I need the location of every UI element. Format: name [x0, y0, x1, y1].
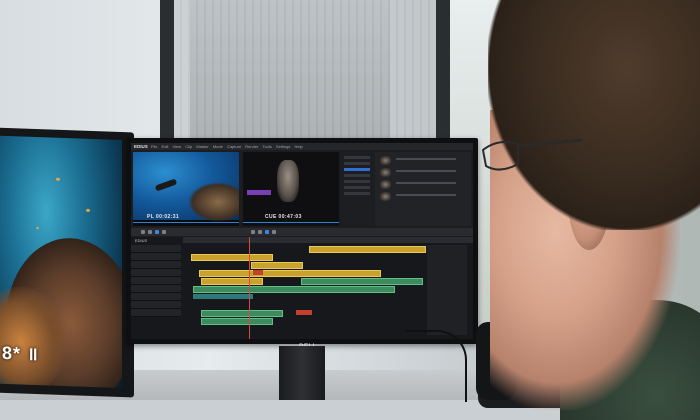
fish	[36, 227, 39, 230]
track-header[interactable]	[131, 293, 181, 301]
title-badge	[247, 190, 271, 195]
rewind-icon[interactable]	[251, 230, 255, 234]
transport-bar	[131, 228, 473, 236]
clip-info	[396, 158, 456, 160]
fish	[56, 177, 60, 181]
timeline-clip[interactable]	[201, 318, 273, 325]
window-frame	[160, 0, 174, 140]
left-monitor-overlay-text: 8* ॥	[2, 342, 39, 365]
clip-info	[396, 182, 456, 184]
clip-info	[396, 194, 456, 196]
timeline-clip[interactable]	[193, 286, 395, 293]
left-monitor: 8* ॥	[0, 127, 134, 398]
stop-icon[interactable]	[258, 230, 262, 234]
timeline-clip[interactable]	[201, 278, 263, 285]
eyeglasses	[481, 138, 583, 171]
clip-info	[396, 170, 456, 172]
clip-thumbnail[interactable]	[380, 180, 391, 189]
record-timecode: CUE 00:47:03	[265, 214, 302, 220]
timeline-clip[interactable]	[193, 294, 253, 299]
statue-frame	[277, 160, 299, 202]
clip-thumbnail[interactable]	[380, 192, 391, 201]
track-header[interactable]	[131, 253, 181, 261]
rewind-icon[interactable]	[141, 230, 145, 234]
clip-thumbnail[interactable]	[380, 156, 391, 165]
bin-folder[interactable]	[344, 192, 370, 195]
source-position-bar[interactable]	[133, 222, 239, 223]
timeline-ruler[interactable]	[183, 237, 473, 243]
timeline-clip[interactable]	[301, 278, 423, 285]
timeline-clip[interactable]	[251, 262, 303, 269]
timeline-panel[interactable]: EDIUS	[131, 237, 473, 339]
video-editor-screen: EDIUS File Edit View Clip Marker Mode Ca…	[131, 143, 473, 339]
track-header[interactable]	[131, 269, 181, 277]
menu-items[interactable]: File Edit View Clip Marker Mode Capture …	[151, 144, 303, 149]
timeline-info-panel	[427, 245, 467, 335]
track-header[interactable]	[131, 261, 181, 269]
monitor-stand	[279, 346, 325, 400]
timeline-clip[interactable]	[253, 270, 263, 275]
play-icon[interactable]	[155, 230, 159, 234]
source-player[interactable]: PL 00:02:31	[133, 152, 239, 226]
bin-folder[interactable]	[344, 162, 370, 165]
window-blinds	[174, 0, 436, 138]
app-title: EDIUS	[134, 144, 148, 149]
stop-icon[interactable]	[148, 230, 152, 234]
bin-folder[interactable]	[344, 156, 370, 159]
bin-folder[interactable]	[344, 180, 370, 183]
coral-frame	[188, 182, 239, 222]
record-player[interactable]: CUE 00:47:03	[243, 152, 339, 226]
fish	[86, 208, 90, 212]
track-header[interactable]	[131, 285, 181, 293]
clip-thumbnail[interactable]	[380, 168, 391, 177]
left-monitor-screen: 8* ॥	[0, 135, 122, 389]
editor-menubar: EDIUS File Edit View Clip Marker Mode Ca…	[131, 143, 473, 150]
timeline-label: EDIUS	[135, 238, 148, 243]
bin-folder[interactable]	[344, 174, 370, 177]
track-header[interactable]	[131, 301, 181, 309]
bin-folder[interactable]	[344, 186, 370, 189]
track-header[interactable]	[131, 309, 181, 317]
timeline-clip[interactable]	[309, 246, 426, 253]
track-header[interactable]	[131, 245, 181, 253]
play-icon[interactable]	[265, 230, 269, 234]
track-header[interactable]	[131, 277, 181, 285]
timeline-clip[interactable]	[296, 310, 312, 315]
person-hair	[488, 0, 700, 230]
asset-bin[interactable]	[342, 152, 471, 226]
timeline-clip[interactable]	[199, 270, 381, 277]
record-position-bar[interactable]	[243, 222, 339, 223]
forward-icon[interactable]	[162, 230, 166, 234]
timeline-clip[interactable]	[191, 254, 273, 261]
bin-folder-tree[interactable]	[342, 152, 375, 226]
forward-icon[interactable]	[272, 230, 276, 234]
cable	[405, 330, 467, 402]
source-timecode: PL 00:02:31	[147, 214, 180, 220]
timeline-clip[interactable]	[201, 310, 283, 317]
bin-folder-selected[interactable]	[344, 168, 370, 171]
timeline-playhead[interactable]	[249, 237, 250, 339]
